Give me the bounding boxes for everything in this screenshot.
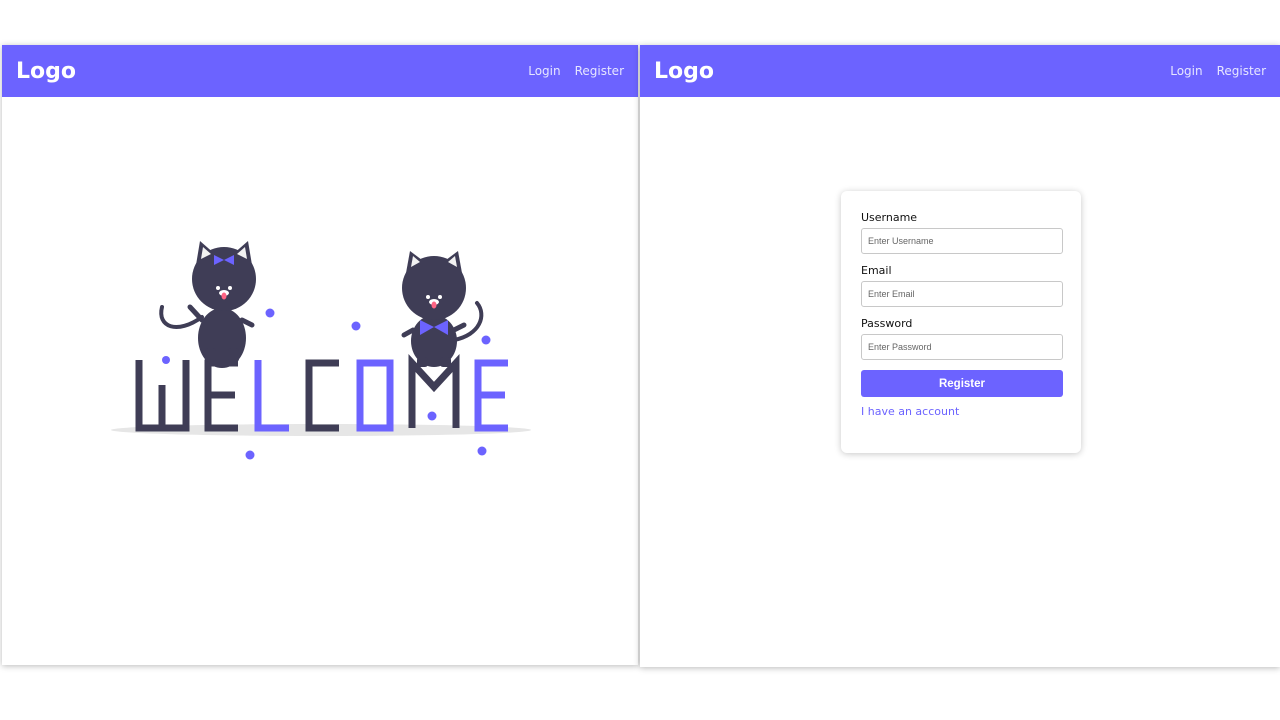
email-label: Email [861,264,892,277]
have-account-link[interactable]: I have an account [861,405,1061,418]
register-form-card: Username Email Password Register I have … [841,191,1081,453]
password-input[interactable] [861,334,1063,360]
navbar: Logo Login Register [640,45,1280,97]
letter-w [135,360,190,432]
cat-left [159,241,256,368]
letter-e [204,359,238,432]
letter-e-2 [474,359,508,432]
nav-login-link[interactable]: Login [1170,64,1202,78]
username-label: Username [861,211,918,224]
email-input[interactable] [861,281,1063,307]
register-button[interactable]: Register [861,370,1063,397]
nav-register-link[interactable]: Register [1217,64,1266,78]
welcome-illustration [111,241,531,460]
letter-c [305,359,339,432]
welcome-screen: Logo Login Register [2,45,638,665]
cat-right [401,251,484,367]
letter-l [254,360,289,432]
letter-o [356,359,394,432]
password-label: Password [861,317,913,330]
username-input[interactable] [861,228,1063,254]
logo[interactable]: Logo [654,59,714,84]
register-screen: Logo Login Register Username Email Passw… [640,45,1280,667]
nav-links: Login Register [1170,64,1266,78]
